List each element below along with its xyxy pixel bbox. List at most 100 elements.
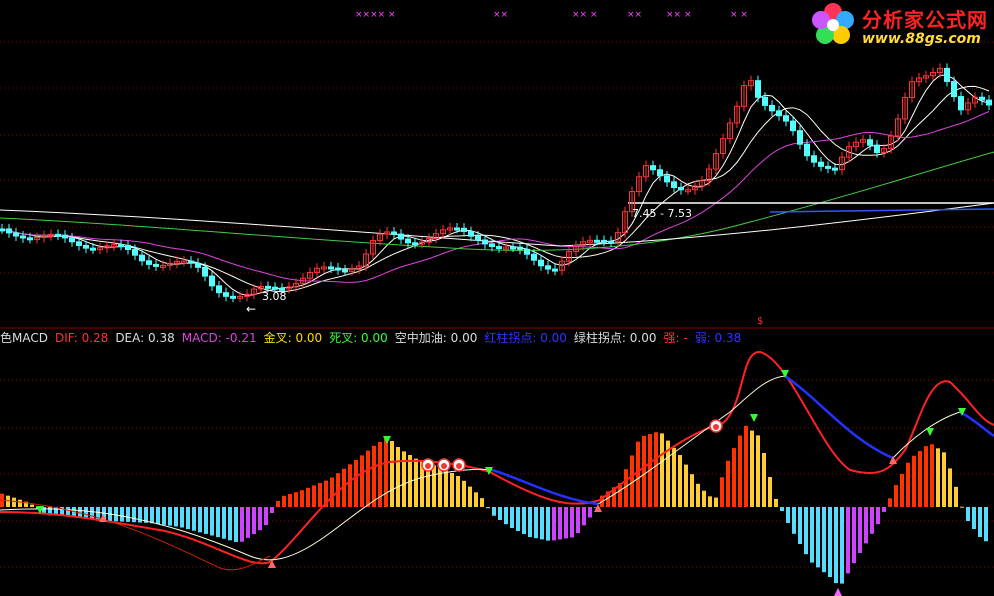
candle-body — [461, 227, 467, 233]
candle-body — [818, 161, 824, 167]
macd-bar — [348, 464, 352, 507]
macd-bar — [786, 507, 790, 523]
macd-bar — [876, 507, 880, 525]
candle-body — [475, 235, 481, 241]
macd-bar — [960, 506, 964, 508]
candle-body — [825, 165, 831, 169]
macd-bar — [510, 507, 514, 528]
macd-bar — [258, 507, 262, 531]
macd-bar — [852, 507, 856, 564]
candle-body — [531, 253, 537, 261]
top-marker: × × — [730, 10, 748, 20]
support-line — [769, 208, 994, 213]
macd-bar — [372, 445, 376, 507]
candle-body — [790, 120, 796, 132]
macd-bar — [888, 498, 892, 507]
ma120-line — [0, 202, 994, 247]
red-signal-dot-icon — [456, 463, 462, 469]
macd-bar — [228, 507, 232, 541]
candle-body — [979, 96, 985, 101]
top-marker: ×××× × — [355, 10, 396, 20]
macd-bar — [210, 507, 214, 536]
macd-bar — [930, 444, 934, 507]
macd-bar — [558, 507, 562, 540]
indicator-legend: 色MACD DIF: 0.28 DEA: 0.38 MACD: -0.21 金叉: 0.… — [0, 330, 748, 346]
candle-body — [482, 239, 488, 245]
macd-bar — [246, 507, 250, 538]
green-down-arrow-icon — [926, 428, 934, 436]
macd-bar — [720, 477, 724, 507]
legend-item: 强: - — [663, 331, 688, 345]
macd-bar — [222, 507, 226, 539]
candle-body — [412, 242, 418, 246]
macd-bar — [582, 507, 586, 526]
macd-bar — [912, 455, 916, 507]
candle-body — [90, 247, 96, 251]
candle-body — [13, 232, 19, 237]
macd-bar — [936, 448, 940, 507]
macd-bar — [546, 507, 550, 541]
macd-bar — [834, 507, 838, 583]
macd-bar — [462, 480, 466, 507]
macd-bar — [354, 459, 358, 507]
macd-bar — [972, 507, 976, 529]
candle-body — [6, 228, 12, 234]
macd-bar — [672, 447, 676, 507]
candle-body — [496, 246, 502, 250]
candle-body — [0, 228, 5, 232]
macd-bar — [474, 492, 478, 507]
macd-bar — [864, 507, 868, 544]
macd-bar — [882, 507, 886, 512]
candle-body — [517, 246, 523, 250]
green-down-arrow-icon — [750, 414, 758, 422]
candle-body — [335, 267, 341, 271]
candle-body — [769, 104, 775, 112]
dif-line — [0, 350, 994, 565]
candle-body — [678, 186, 684, 191]
macd-bar — [816, 507, 820, 568]
candle-body — [489, 243, 495, 248]
candle-body — [650, 165, 656, 171]
macd-bar — [978, 507, 982, 537]
macd-bar — [684, 464, 688, 507]
stock-chart-canvas[interactable] — [0, 0, 994, 596]
chart-grid — [0, 41, 994, 568]
macd-bar — [204, 507, 208, 534]
macd-bar — [900, 473, 904, 507]
candle-body — [132, 249, 138, 256]
macd-bar — [702, 490, 706, 507]
macd-bar — [468, 486, 472, 507]
candle-body — [538, 259, 544, 267]
macd-bar — [234, 507, 238, 542]
candle-body — [958, 96, 964, 111]
candle-body — [510, 246, 516, 250]
macd-bar — [678, 455, 682, 507]
legend-item: 死叉: 0.00 — [329, 331, 388, 345]
legend-item: 红柱拐点: 0.00 — [484, 331, 567, 345]
candle-body — [139, 254, 145, 262]
macd-bar — [780, 507, 784, 511]
macd-bar — [732, 448, 736, 507]
macd-bar — [318, 483, 322, 507]
macd-bar — [810, 507, 814, 563]
logo-url: www.88gs.com — [862, 30, 981, 47]
candle-body — [468, 231, 474, 237]
low-arrow-label: ← — [246, 302, 257, 316]
macd-bar — [276, 501, 280, 507]
top-marker: ×× × — [572, 10, 598, 20]
candle-body — [188, 260, 194, 264]
macd-bar — [774, 499, 778, 507]
macd-bar — [252, 507, 256, 535]
legend-item: 弱: 0.38 — [694, 331, 742, 345]
macd-bar — [180, 507, 184, 528]
macd-bar — [804, 507, 808, 555]
macd-bar — [822, 507, 826, 573]
macd-bar — [792, 507, 796, 534]
legend-item: 金叉: 0.00 — [263, 331, 323, 345]
macd-bar — [294, 492, 298, 507]
candle-body — [524, 248, 530, 255]
legend-item: 色MACD — [0, 331, 48, 345]
macd-bar — [432, 465, 436, 507]
candle-body — [594, 239, 600, 243]
macd-bar — [240, 507, 244, 542]
